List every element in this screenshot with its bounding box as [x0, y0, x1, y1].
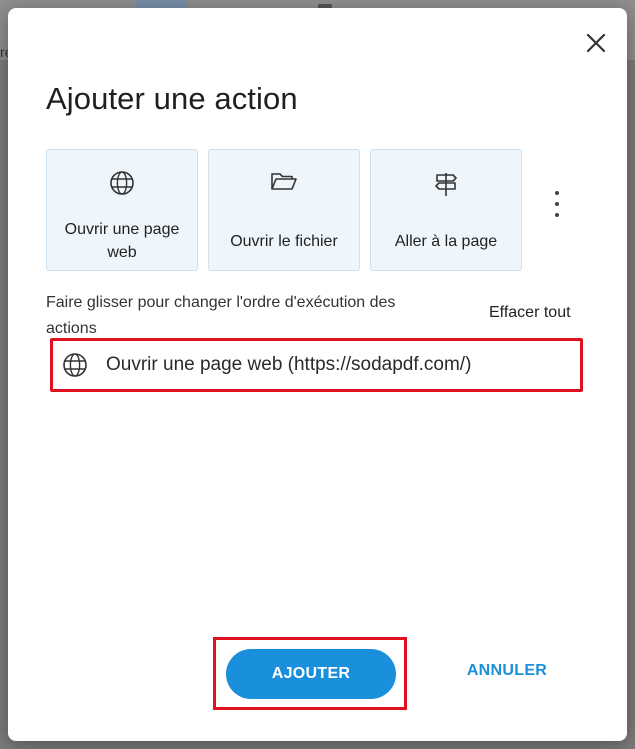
add-action-dialog: Ajouter une action Ouvrir une page web O…: [8, 8, 627, 741]
action-list-item[interactable]: Ouvrir une page web (https://sodapdf.com…: [50, 338, 583, 392]
globe-icon: [63, 353, 87, 377]
signpost-icon: [435, 173, 457, 196]
cancel-button[interactable]: ANNULER: [458, 662, 556, 686]
add-button[interactable]: AJOUTER: [226, 649, 396, 699]
action-label: Ouvrir une page web (https://sodapdf.com…: [106, 354, 472, 375]
globe-icon: [110, 171, 134, 195]
dialog-title: Ajouter une action: [46, 81, 298, 116]
hint-line1: Faire glisser pour changer l'ordre d'exé…: [46, 294, 396, 311]
close-icon: [586, 33, 606, 53]
more-options-button[interactable]: [548, 191, 566, 217]
card-label-line1: Ouvrir une page: [64, 221, 180, 238]
reorder-hint: Faire glisser pour changer l'ordre d'exé…: [46, 290, 446, 342]
card-label: Ouvrir le fichier: [230, 233, 338, 250]
card-label: Aller à la page: [394, 233, 498, 250]
card-label-line2: web: [107, 244, 137, 261]
action-card-go-to-page[interactable]: Aller à la page: [370, 149, 522, 271]
clear-all-button[interactable]: Effacer tout: [489, 304, 571, 322]
action-card-open-file[interactable]: Ouvrir le fichier: [208, 149, 360, 271]
more-vertical-icon: [555, 191, 559, 195]
folder-open-icon: [271, 173, 297, 190]
close-button[interactable]: [582, 29, 610, 57]
action-card-open-web-page[interactable]: Ouvrir une page web: [46, 149, 198, 271]
